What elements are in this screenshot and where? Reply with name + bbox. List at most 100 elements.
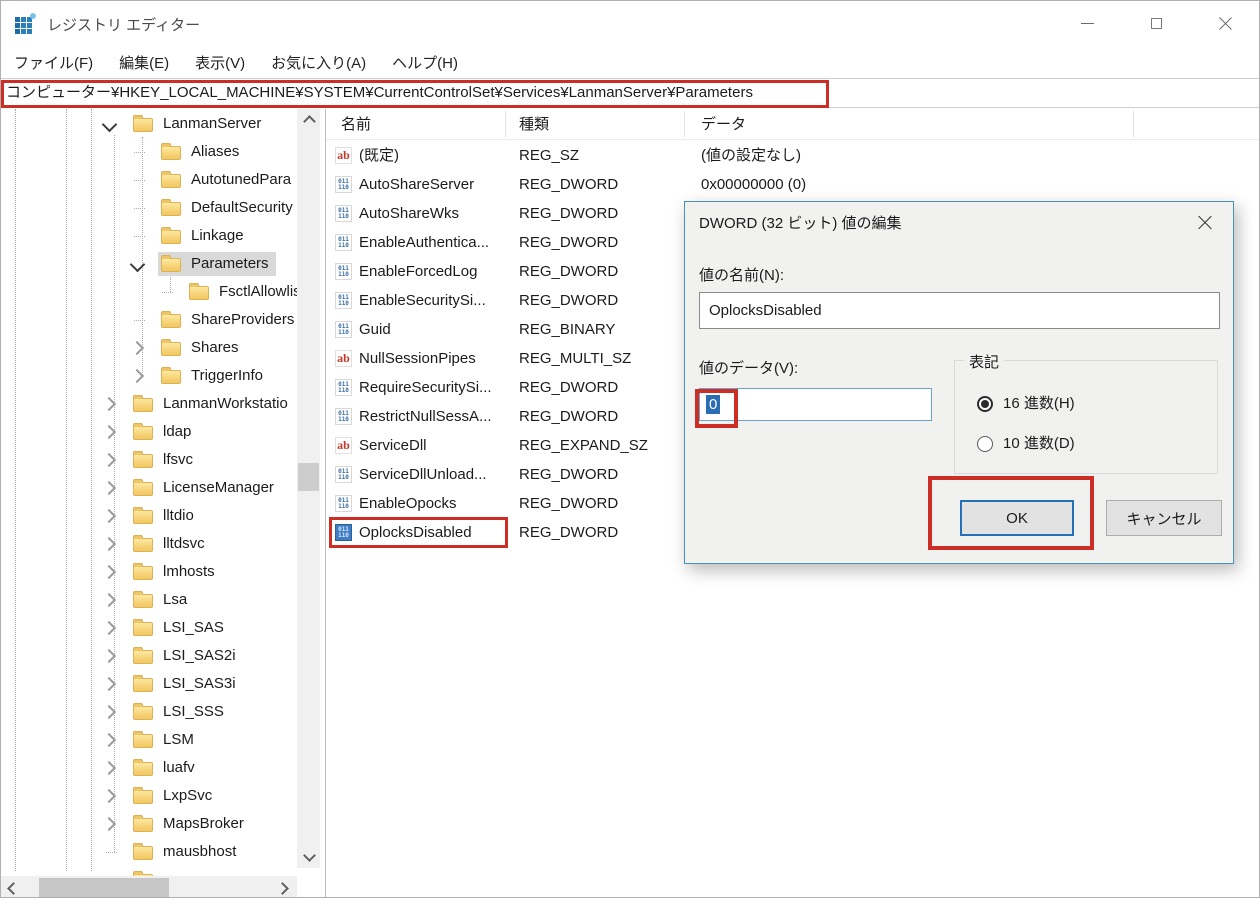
tree-item[interactable]: MapsBroker bbox=[1, 810, 325, 838]
tree-expander-icon[interactable] bbox=[101, 508, 117, 524]
radio-hexadecimal-label[interactable]: 16 進数(H) bbox=[1003, 396, 1075, 412]
tree-item[interactable]: LSM bbox=[1, 726, 325, 754]
tree-expander-icon[interactable] bbox=[101, 620, 117, 636]
tree-expander-icon[interactable] bbox=[129, 340, 145, 356]
tree-expander-icon[interactable] bbox=[134, 152, 145, 153]
icon-glyph: ab bbox=[337, 351, 350, 365]
tree-expander-icon[interactable] bbox=[134, 180, 145, 181]
tree-expander-icon[interactable] bbox=[101, 816, 117, 832]
tree-expander-icon[interactable] bbox=[129, 256, 146, 273]
tree-item[interactable]: Aliases bbox=[1, 138, 325, 166]
base-group-label: 表記 bbox=[964, 351, 1005, 372]
column-header-type[interactable]: 種類 bbox=[519, 113, 549, 134]
maximize-button[interactable] bbox=[1128, 1, 1184, 46]
tree-item[interactable]: ShareProviders bbox=[1, 306, 325, 334]
tree-item[interactable]: TriggerInfo bbox=[1, 362, 325, 390]
tree-expander-icon[interactable] bbox=[101, 116, 118, 133]
tree-expander-icon[interactable] bbox=[101, 452, 117, 468]
tree-item-label: ShareProviders bbox=[191, 311, 295, 328]
tree-item-label: lltdio bbox=[163, 507, 194, 524]
radio-decimal[interactable] bbox=[977, 436, 993, 452]
tree-expander-icon[interactable] bbox=[101, 480, 117, 496]
tree-expander-icon[interactable] bbox=[101, 648, 117, 664]
tree-expander-icon[interactable] bbox=[134, 208, 145, 209]
tree-item[interactable]: ldap bbox=[1, 418, 325, 446]
folder-icon bbox=[133, 535, 153, 552]
tree-expander-icon[interactable] bbox=[101, 704, 117, 720]
tree-item[interactable]: Lsa bbox=[1, 586, 325, 614]
tree-item[interactable]: LxpSvc bbox=[1, 782, 325, 810]
tree-item[interactable]: DefaultSecurity bbox=[1, 194, 325, 222]
tree-item[interactable]: mausbhost bbox=[1, 838, 325, 866]
tree-item[interactable]: FsctlAllowlis bbox=[1, 278, 325, 306]
folder-icon bbox=[133, 787, 153, 804]
cancel-button[interactable]: キャンセル bbox=[1106, 500, 1222, 536]
tree-expander-icon[interactable] bbox=[101, 732, 117, 748]
tree-item[interactable] bbox=[1, 866, 325, 876]
tree-item[interactable]: AutotunedPara bbox=[1, 166, 325, 194]
tree-item[interactable]: Parameters bbox=[1, 250, 325, 278]
dialog-close-button[interactable] bbox=[1189, 208, 1221, 236]
tree-expander-icon[interactable] bbox=[101, 592, 117, 608]
tree-expander-icon[interactable] bbox=[101, 760, 117, 776]
scroll-down-icon[interactable] bbox=[303, 849, 316, 862]
tree-item[interactable]: Linkage bbox=[1, 222, 325, 250]
menu-favorites[interactable]: お気に入り(A) bbox=[258, 52, 379, 73]
tree-item[interactable]: lfsvc bbox=[1, 446, 325, 474]
tree-expander-icon[interactable] bbox=[106, 852, 117, 853]
tree-expander-icon[interactable] bbox=[134, 320, 145, 321]
tree-item[interactable]: LSI_SSS bbox=[1, 698, 325, 726]
radio-hexadecimal[interactable] bbox=[977, 396, 993, 412]
tree-item[interactable]: LanmanServer bbox=[1, 110, 325, 138]
close-button[interactable] bbox=[1197, 1, 1253, 46]
value-type-cell: REG_DWORD bbox=[519, 466, 619, 483]
vertical-scrollbar-thumb[interactable] bbox=[298, 463, 319, 491]
folder-icon bbox=[161, 367, 181, 384]
menu-edit[interactable]: 編集(E) bbox=[106, 52, 182, 73]
tree-expander-icon[interactable] bbox=[101, 396, 117, 412]
tree-vertical-scrollbar[interactable] bbox=[297, 109, 320, 868]
registry-value-row[interactable]: 011 110 AutoShareServer REG_DWORD 0x00000… bbox=[326, 170, 1259, 199]
tree-item[interactable]: LSI_SAS3i bbox=[1, 670, 325, 698]
scroll-up-icon[interactable] bbox=[303, 115, 316, 128]
tree-item[interactable]: LanmanWorkstatio bbox=[1, 390, 325, 418]
tree-expander-icon[interactable] bbox=[101, 424, 117, 440]
menu-file[interactable]: ファイル(F) bbox=[1, 52, 106, 73]
radio-decimal-label[interactable]: 10 進数(D) bbox=[1003, 436, 1075, 452]
registry-value-row[interactable]: ab (既定) REG_SZ (値の設定なし) bbox=[326, 141, 1259, 170]
tree-item-label: LSI_SAS3i bbox=[163, 675, 236, 692]
menu-view[interactable]: 表示(V) bbox=[182, 52, 258, 73]
scroll-left-icon[interactable] bbox=[7, 882, 20, 895]
menu-help[interactable]: ヘルプ(H) bbox=[379, 52, 471, 73]
tree-item[interactable]: lmhosts bbox=[1, 558, 325, 586]
tree-item[interactable]: Shares bbox=[1, 334, 325, 362]
value-name-cell: RestrictNullSessA... bbox=[359, 408, 492, 425]
column-header-data[interactable]: データ bbox=[701, 113, 746, 134]
scroll-right-icon[interactable] bbox=[276, 882, 289, 895]
tree-item[interactable]: LSI_SAS2i bbox=[1, 642, 325, 670]
tree-expander-icon[interactable] bbox=[134, 236, 145, 237]
tree-item-label: AutotunedPara bbox=[191, 171, 292, 188]
horizontal-scrollbar-thumb[interactable] bbox=[39, 878, 169, 897]
tree-item[interactable]: lltdsvc bbox=[1, 530, 325, 558]
tree-item[interactable]: luafv bbox=[1, 754, 325, 782]
tree-expander-icon[interactable] bbox=[101, 788, 117, 804]
tree-expander-icon[interactable] bbox=[101, 676, 117, 692]
minimize-button[interactable] bbox=[1059, 1, 1115, 46]
tree-expander-icon[interactable] bbox=[101, 564, 117, 580]
column-separator[interactable] bbox=[1133, 111, 1134, 137]
column-separator[interactable] bbox=[684, 111, 685, 137]
tree-expander-icon[interactable] bbox=[162, 292, 173, 293]
tree-item[interactable]: LSI_SAS bbox=[1, 614, 325, 642]
tree-item[interactable]: lltdio bbox=[1, 502, 325, 530]
tree-item[interactable]: LicenseManager bbox=[1, 474, 325, 502]
column-header-name[interactable]: 名前 bbox=[341, 113, 371, 134]
icon-glyph: 110 bbox=[338, 299, 349, 307]
tree-horizontal-scrollbar[interactable] bbox=[1, 876, 297, 897]
folder-icon bbox=[133, 507, 153, 524]
value-name-field[interactable]: OplocksDisabled bbox=[699, 292, 1220, 329]
column-separator[interactable] bbox=[505, 111, 506, 137]
tree-expander-icon[interactable] bbox=[129, 368, 145, 384]
tree-expander-icon[interactable] bbox=[101, 536, 117, 552]
tree-item-label: lltdsvc bbox=[163, 535, 205, 552]
